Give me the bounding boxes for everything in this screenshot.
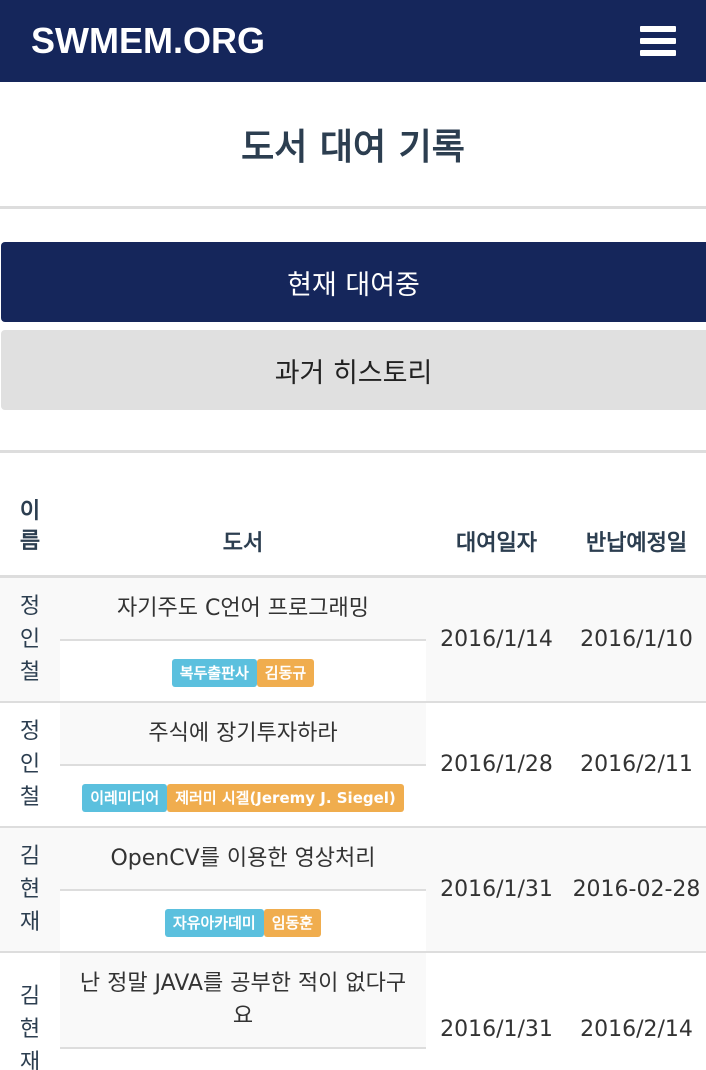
book-cell: 자기주도 C언어 프로그래밍 복두출판사 김동규	[60, 576, 426, 702]
due-date: 2016/2/14	[580, 1017, 693, 1042]
header-name: 이름	[0, 453, 60, 578]
book-tags: 이레미디어 제러미 시겔(Jeremy J. Siegel)	[60, 766, 426, 826]
header-name-text: 이름	[19, 499, 41, 554]
book-title[interactable]: 자기주도 C언어 프로그래밍	[60, 578, 426, 641]
author-badge: 김동규	[256, 659, 315, 687]
brand-logo[interactable]: SWMEM.ORG	[31, 20, 265, 62]
tab-history[interactable]: 과거 히스토리	[1, 330, 706, 410]
menu-icon[interactable]	[640, 26, 676, 56]
table-row[interactable]: 정 인 철 주식에 장기투자하라 이레미디어 제러미 시겔(Jeremy J. Siege…	[0, 702, 706, 827]
book-tags	[60, 1049, 426, 1070]
loan-date: 2016/1/31	[426, 827, 567, 952]
book-tags: 복두출판사 김동규	[60, 641, 426, 701]
publisher-badge: 복두출판사	[171, 659, 257, 687]
book-cell: 주식에 장기투자하라 이레미디어 제러미 시겔(Jeremy J. Siegel)	[60, 702, 426, 827]
publisher-badge: 자유아카데미	[164, 909, 264, 937]
author-badge: 제러미 시겔(Jeremy J. Siegel)	[167, 784, 404, 812]
header-book: 도서	[60, 453, 426, 578]
book-cell: 난 정말 JAVA를 공부한 적이 없다구요	[60, 952, 426, 1070]
borrower-name: 정인철	[0, 576, 60, 702]
book-title[interactable]: OpenCV를 이용한 영상처리	[60, 828, 426, 891]
tab-group: 현재 대여중 과거 히스토리	[0, 209, 706, 410]
table-row[interactable]: 김현재 난 정말 JAVA를 공부한 적이 없다구요 2016/1/31 2016/…	[0, 952, 706, 1070]
header-loan-date: 대여일자	[426, 453, 567, 578]
tab-current-loans[interactable]: 현재 대여중	[1, 242, 706, 322]
book-title[interactable]: 주식에 장기투자하라	[60, 703, 426, 766]
loan-date: 2016/1/31	[440, 1017, 553, 1042]
borrower-name: 김현재	[0, 827, 60, 952]
loan-table: 이름 도서 대여일자 반납예정일 정 인 철 자기주도 C언어 프로그래밍 복두출판사 김…	[0, 453, 706, 1070]
due-date: 2016-02-28	[567, 827, 706, 952]
borrower-name: 김현재	[19, 984, 41, 1070]
borrower-name: 정인철	[19, 719, 41, 810]
publisher-badge: 이레미디어	[82, 784, 168, 812]
author-badge: 임동훈	[263, 909, 322, 937]
book-cell: OpenCV를 이용한 영상처리 자유아카데미 임동훈	[60, 827, 426, 952]
table-row[interactable]: 김 현 재 OpenCV를 이용한 영상처리 자유아카데미 임동훈 2016/1/31 201…	[0, 827, 706, 952]
due-date: 2016/1/10	[567, 576, 706, 702]
due-date: 2016/2/11	[580, 752, 693, 777]
page-title: 도서 대여 기록	[241, 127, 465, 168]
loan-date: 2016/1/28	[440, 752, 553, 777]
navbar: SWMEM.ORG	[0, 0, 706, 82]
book-title[interactable]: 난 정말 JAVA를 공부한 적이 없다구요	[60, 953, 426, 1049]
book-tags: 자유아카데미 임동훈	[60, 891, 426, 951]
header-due-date: 반납예정일	[567, 453, 706, 578]
table-row[interactable]: 정 인 철 자기주도 C언어 프로그래밍 복두출판사 김동규 2016/1/14 2016/1…	[0, 576, 706, 702]
loan-date: 2016/1/14	[426, 576, 567, 702]
